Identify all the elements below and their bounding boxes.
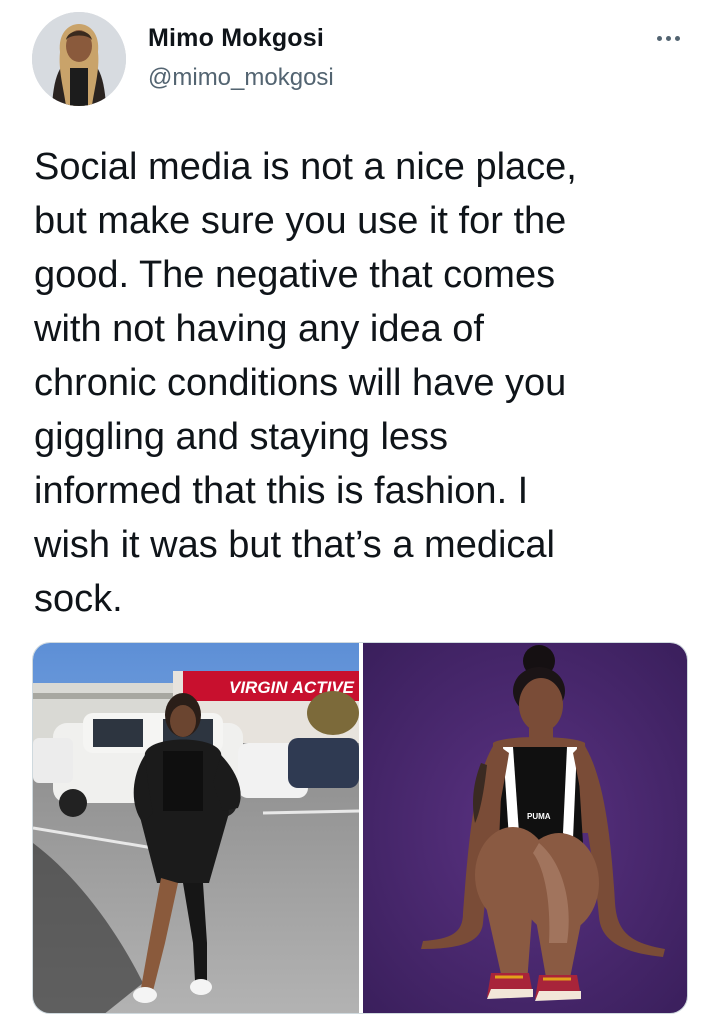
dot <box>674 35 680 41</box>
tweet: Mimo Mokgosi @mimo_mokgosi Social media … <box>0 0 720 1028</box>
dot <box>665 35 671 41</box>
tweet-text: Social media is not a nice place, but ma… <box>34 146 577 620</box>
avatar[interactable] <box>32 12 126 106</box>
top-logo: PUMA <box>527 812 551 821</box>
media-grid: VIRGIN ACTIVE H PUMA <box>32 642 688 1014</box>
author-name[interactable]: Mimo Mokgosi <box>148 24 324 53</box>
photo-parking-lot[interactable]: VIRGIN ACTIVE H <box>33 643 359 1013</box>
author-handle[interactable]: @mimo_mokgosi <box>148 64 334 92</box>
photo-studio[interactable]: PUMA <box>363 643 687 1013</box>
more-horizontal-icon[interactable] <box>648 26 688 50</box>
dot <box>656 35 662 41</box>
